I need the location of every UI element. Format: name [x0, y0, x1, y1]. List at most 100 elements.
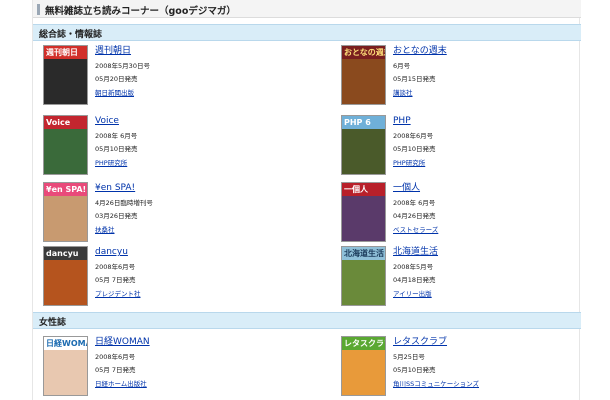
cover-masthead-band: 北海道生活 — [342, 247, 385, 260]
magazine-info: おとなの週末 6月号 05月15日発売 講談社 — [393, 45, 588, 98]
release-date: 04月26日発売 — [393, 212, 436, 220]
cover-masthead: 日経WOMAN — [46, 339, 87, 348]
cover-masthead-band: おとなの週末 — [342, 46, 385, 59]
release-date: 05月10日発売 — [393, 145, 436, 153]
cover-masthead: 北海道生活 — [344, 249, 384, 258]
magazine-cover[interactable]: dancyu — [43, 246, 88, 306]
magazine-title-link[interactable]: 週刊朝日 — [95, 45, 290, 57]
publisher-link[interactable]: 朝日新聞出版 — [95, 89, 290, 98]
cover-masthead: Voice — [46, 118, 71, 127]
magazine-info: Voice 2008年 6月号 05月10日発売 PHP研究所 — [95, 115, 290, 168]
issue-label: 6月号 — [393, 62, 411, 70]
release-date: 05月 7日発売 — [95, 276, 136, 284]
release-date: 05月20日発売 — [95, 75, 138, 83]
publisher-link[interactable]: 扶桑社 — [95, 226, 290, 235]
issue-label: 2008年 6月号 — [95, 132, 138, 140]
magazine-title-link[interactable]: おとなの週末 — [393, 45, 588, 57]
magazine-cover[interactable]: おとなの週末 — [341, 45, 386, 105]
issue-label: 4月26日臨時増刊号 — [95, 199, 153, 207]
section-title: 女性誌 — [39, 318, 67, 328]
issue-label: 2008年 6月号 — [393, 199, 436, 207]
issue-label: 5月25日号 — [393, 353, 425, 361]
cover-masthead-band: レタスクラブ — [342, 337, 385, 350]
issue-label: 2008年5月号 — [393, 263, 434, 271]
release-date: 03月26日発売 — [95, 212, 138, 220]
cover-masthead-band: 週刊朝日 — [44, 46, 87, 59]
publisher-link[interactable]: PHP研究所 — [393, 159, 588, 168]
magazine-title-link[interactable]: 北海道生活 — [393, 246, 588, 258]
magazine-cover[interactable]: 週刊朝日 — [43, 45, 88, 105]
magazine-info: 週刊朝日 2008年5月30日号 05月20日発売 朝日新聞出版 — [95, 45, 290, 98]
release-date: 04月18日発売 — [393, 276, 436, 284]
magazine-title-link[interactable]: dancyu — [95, 246, 290, 258]
issue-label: 2008年5月30日号 — [95, 62, 150, 70]
cover-masthead: レタスクラブ — [344, 339, 385, 348]
magazine-info: レタスクラブ 5月25日号 05月10日発売 角川SSコミュニケーションズ — [393, 336, 588, 389]
issue-label: 2008年6月号 — [393, 132, 434, 140]
cover-artwork — [342, 59, 385, 104]
cover-artwork — [44, 350, 87, 395]
magazine-cover[interactable]: 北海道生活 — [341, 246, 386, 306]
magazine-info: 北海道生活 2008年5月号 04月18日発売 アイリー出版 — [393, 246, 588, 299]
cover-artwork — [44, 59, 87, 104]
issue-label: 2008年6月号 — [95, 353, 136, 361]
cover-masthead: 一個人 — [344, 185, 368, 194]
cover-artwork — [44, 196, 87, 241]
magazine-title-link[interactable]: 日経WOMAN — [95, 336, 290, 348]
magazine-info: ¥en SPA! 4月26日臨時増刊号 03月26日発売 扶桑社 — [95, 182, 290, 235]
cover-masthead-band: Voice — [44, 116, 87, 129]
release-date: 05月 7日発売 — [95, 366, 136, 374]
cover-artwork — [342, 196, 385, 241]
magazine-cover[interactable]: Voice — [43, 115, 88, 175]
cover-masthead-band: 一個人 — [342, 183, 385, 196]
magazine-cover[interactable]: PHP 6 — [341, 115, 386, 175]
publisher-link[interactable]: 日経ホーム出版社 — [95, 380, 290, 389]
magazine-title-link[interactable]: レタスクラブ — [393, 336, 588, 348]
publisher-link[interactable]: 角川SSコミュニケーションズ — [393, 380, 588, 389]
magazine-title-link[interactable]: 一個人 — [393, 182, 588, 194]
cover-masthead-band: 日経WOMAN — [44, 337, 87, 350]
magazine-info: PHP 2008年6月号 05月10日発売 PHP研究所 — [393, 115, 588, 168]
section-header-general: 総合誌・情報誌 — [33, 24, 581, 41]
cover-masthead: おとなの週末 — [344, 48, 385, 57]
section-title: 総合誌・情報誌 — [39, 30, 103, 40]
release-date: 05月10日発売 — [393, 366, 436, 374]
cover-artwork — [342, 260, 385, 305]
magazine-cover[interactable]: 日経WOMAN — [43, 336, 88, 396]
magazine-entry: dancyu dancyu 2008年6月号 05月 7日発売 プレジデント社 — [43, 246, 293, 306]
magazine-info: 一個人 2008年 6月号 04月26日発売 ベストセラーズ — [393, 182, 588, 235]
publisher-link[interactable]: アイリー出版 — [393, 290, 588, 299]
issue-label: 2008年6月号 — [95, 263, 136, 271]
cover-masthead: ¥en SPA! — [46, 185, 87, 194]
publisher-link[interactable]: ベストセラーズ — [393, 226, 588, 235]
release-date: 05月15日発売 — [393, 75, 436, 83]
page-content: 無料雑誌立ち読みコーナー（gooデジマガ） 総合誌・情報誌 週刊朝日 週刊朝日 … — [32, 0, 581, 400]
cover-masthead-band: dancyu — [44, 247, 87, 260]
magazine-cover[interactable]: レタスクラブ — [341, 336, 386, 396]
cover-artwork — [44, 260, 87, 305]
magazine-entry: 週刊朝日 週刊朝日 2008年5月30日号 05月20日発売 朝日新聞出版 — [43, 45, 293, 105]
magazine-title-link[interactable]: ¥en SPA! — [95, 182, 290, 194]
magazine-title-link[interactable]: PHP — [393, 115, 588, 127]
magazine-entry: 一個人 一個人 2008年 6月号 04月26日発売 ベストセラーズ — [341, 182, 591, 242]
cover-artwork — [44, 129, 87, 174]
magazine-title-link[interactable]: Voice — [95, 115, 290, 127]
magazine-cover[interactable]: ¥en SPA! — [43, 182, 88, 242]
publisher-link[interactable]: 講談社 — [393, 89, 588, 98]
magazine-entry: おとなの週末 おとなの週末 6月号 05月15日発売 講談社 — [341, 45, 591, 105]
magazine-info: dancyu 2008年6月号 05月 7日発売 プレジデント社 — [95, 246, 290, 299]
publisher-link[interactable]: プレジデント社 — [95, 290, 290, 299]
cover-artwork — [342, 129, 385, 174]
page-title: 無料雑誌立ち読みコーナー（gooデジマガ） — [45, 6, 236, 17]
magazine-entry: ¥en SPA! ¥en SPA! 4月26日臨時増刊号 03月26日発売 扶桑… — [43, 182, 293, 242]
cover-masthead: dancyu — [46, 249, 79, 258]
cover-artwork — [342, 350, 385, 395]
magazine-entry: 北海道生活 北海道生活 2008年5月号 04月18日発売 アイリー出版 — [341, 246, 591, 306]
cover-masthead-band: ¥en SPA! — [44, 183, 87, 196]
section-header-womens: 女性誌 — [33, 312, 581, 329]
magazine-entry: Voice Voice 2008年 6月号 05月10日発売 PHP研究所 — [43, 115, 293, 175]
magazine-entry: 日経WOMAN 日経WOMAN 2008年6月号 05月 7日発売 日経ホーム出… — [43, 336, 293, 396]
publisher-link[interactable]: PHP研究所 — [95, 159, 290, 168]
magazine-cover[interactable]: 一個人 — [341, 182, 386, 242]
cover-masthead: 週刊朝日 — [46, 48, 78, 57]
